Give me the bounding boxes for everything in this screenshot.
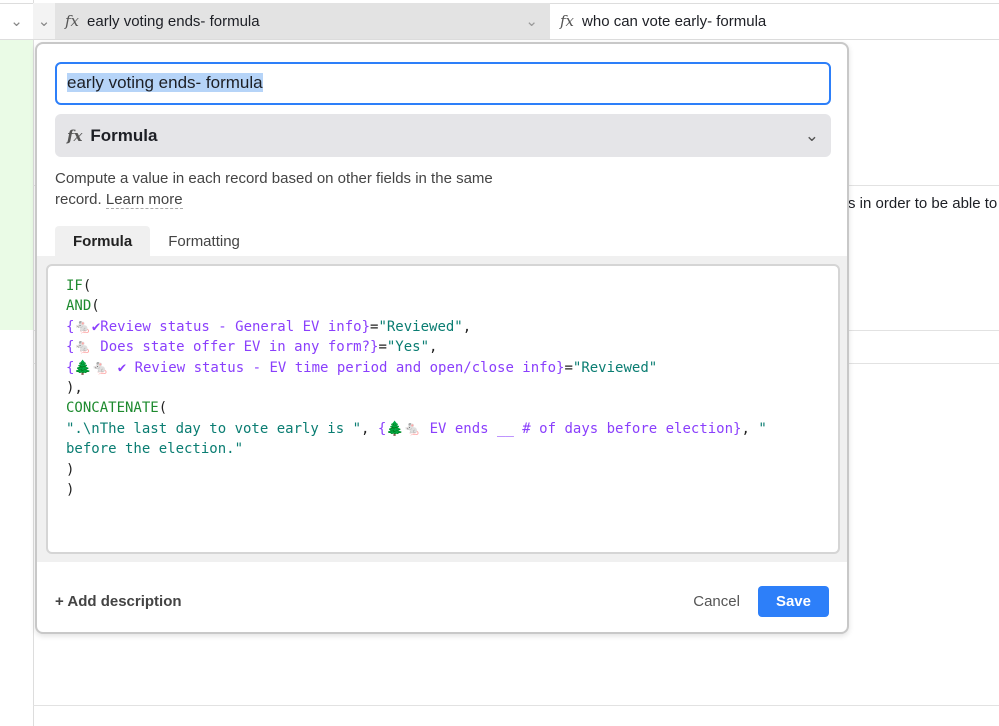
formula-token: ), [66, 380, 83, 397]
formula-icon: fx [560, 12, 575, 30]
formula-token: CONCATENATE [66, 400, 159, 417]
formula-token: "Yes" [386, 339, 430, 356]
formula-icon: fx [65, 12, 80, 30]
formula-token: "Reviewed" [572, 359, 658, 376]
column-header-early-voting-ends[interactable]: fx early voting ends- formula ⌄ [55, 3, 550, 40]
plus-icon: + [55, 592, 68, 610]
formula-editor[interactable]: IF(AND({🐁✔Review status - General EV inf… [46, 264, 840, 554]
learn-more-link[interactable]: Learn more [105, 191, 183, 209]
formula-line: ) [66, 480, 820, 500]
tab-formula[interactable]: Formula [55, 226, 151, 257]
formula-token: , [361, 420, 378, 437]
cell-text[interactable]: s in order to be able to [848, 195, 997, 212]
field-type-description: Compute a value in each record based on … [55, 170, 493, 209]
chevron-down-icon: ⌄ [804, 125, 819, 145]
formula-token: IF [66, 278, 83, 294]
cancel-button[interactable]: Cancel [693, 593, 740, 610]
formula-token: ( [91, 298, 100, 315]
tab-formatting[interactable]: Formatting [150, 226, 258, 257]
formula-token: ( [82, 278, 92, 294]
formula-token: {🐁 Does state offer EV in any form?} [66, 339, 379, 356]
formula-line: ) [66, 460, 820, 480]
formula-token: {🌲🐁 EV ends __ # of days before election… [377, 420, 742, 437]
row-highlight [0, 40, 33, 330]
field-type-select[interactable]: fx Formula ⌄ [55, 114, 831, 157]
column-header-who-can-vote-early[interactable]: fx who can vote early- formula [550, 3, 999, 40]
formula-token: , [429, 339, 438, 356]
formula-token: ".\nThe last day to vote early is " [66, 420, 362, 437]
formula-token: {🌲🐁 ✔ Review status - EV time period and… [66, 359, 565, 376]
formula-line: IF( [66, 276, 820, 296]
formula-token: ( [158, 400, 168, 417]
save-button[interactable]: Save [757, 585, 829, 617]
row-expand-chevron-icon[interactable]: ⌄ [0, 3, 33, 40]
formula-token: ) [66, 482, 75, 499]
field-config-dialog: early voting ends- formula fx Formula ⌄ … [35, 42, 849, 634]
column-label: early voting ends- formula [87, 12, 260, 30]
formula-token: , [462, 318, 472, 335]
formula-token: "Reviewed" [378, 318, 463, 335]
field-name-input[interactable]: early voting ends- formula [55, 62, 831, 105]
formula-token: {🐁✔Review status - General EV info} [66, 318, 371, 335]
add-description-button[interactable]: + Add description [55, 593, 182, 610]
formula-token: , [741, 420, 759, 437]
formula-line: {🐁 Does state offer EV in any form?}="Ye… [66, 337, 820, 357]
formula-line: ), [66, 378, 820, 398]
formula-token: ) [66, 461, 75, 478]
formula-line: CONCATENATE( [66, 398, 820, 418]
formula-line: {🐁✔Review status - General EV info}="Rev… [66, 317, 820, 337]
chevron-down-icon[interactable]: ⌄ [525, 12, 538, 30]
tabs: Formula Formatting [55, 226, 258, 257]
formula-token: = [564, 359, 573, 376]
column-chevron-icon[interactable]: ⌄ [33, 3, 55, 40]
formula-line: ".\nThe last day to vote early is ", {🌲🐁… [66, 419, 820, 460]
formula-line: AND( [66, 296, 820, 316]
formula-token: AND [66, 298, 92, 315]
formula-line: {🌲🐁 ✔ Review status - EV time period and… [66, 358, 820, 378]
field-type-label: Formula [90, 125, 158, 145]
column-label: who can vote early- formula [582, 12, 767, 30]
formula-icon: fx [67, 126, 83, 145]
formula-token: = [378, 339, 387, 356]
